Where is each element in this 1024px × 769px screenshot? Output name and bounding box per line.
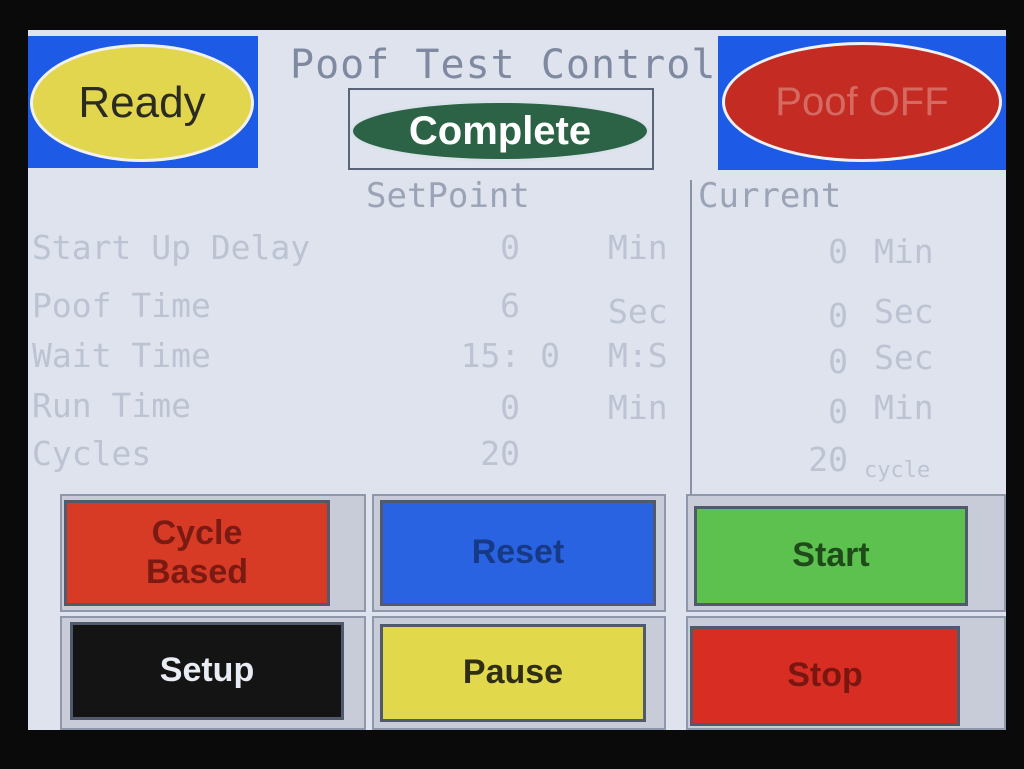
setpoint-value-start-up-delay: 0 xyxy=(500,228,520,267)
cycle-based-label-line1: Cycle xyxy=(151,513,243,552)
hmi-screen: Ready Poof Test Control Complete Poof OF… xyxy=(28,30,1006,730)
row-label-cycles: Cycles xyxy=(32,434,152,473)
setup-button[interactable]: Setup xyxy=(70,622,344,720)
setpoint-unit-wait-time: M:S xyxy=(608,336,668,375)
setpoint-value-wait-time: 15: 0 xyxy=(460,336,560,375)
row-label-wait-time: Wait Time xyxy=(32,336,211,375)
current-unit-run-time: Min xyxy=(874,388,934,427)
reset-button[interactable]: Reset xyxy=(380,500,656,606)
current-value-wait-time: 0 xyxy=(828,342,848,381)
row-label-poof-time: Poof Time xyxy=(32,286,211,325)
start-label: Start xyxy=(792,536,870,575)
setpoint-value-run-time: 0 xyxy=(500,388,520,427)
current-value-run-time: 0 xyxy=(828,392,848,431)
current-unit-wait-time: Sec xyxy=(874,338,934,377)
setpoint-unit-start-up-delay: Min xyxy=(608,228,668,267)
cycle-based-button[interactable]: Cycle Based xyxy=(64,500,330,606)
ready-label: Ready xyxy=(78,78,206,127)
complete-indicator: Complete xyxy=(350,100,650,162)
setpoint-header: SetPoint xyxy=(366,176,530,216)
stop-button[interactable]: Stop xyxy=(690,626,960,726)
current-value-start-up-delay: 0 xyxy=(828,232,848,271)
column-divider xyxy=(690,180,692,500)
poof-label: Poof OFF xyxy=(775,79,949,124)
complete-label: Complete xyxy=(408,108,592,153)
setup-label: Setup xyxy=(159,651,255,690)
pause-button[interactable]: Pause xyxy=(380,624,646,722)
row-label-start-up-delay: Start Up Delay xyxy=(32,228,311,267)
start-button[interactable]: Start xyxy=(694,506,968,606)
setpoint-value-cycles: 20 xyxy=(480,434,520,473)
setpoint-unit-run-time: Min xyxy=(608,388,668,427)
current-value-cycles: 20 xyxy=(808,440,848,479)
cycle-based-label-line2: Based xyxy=(145,553,249,591)
current-unit-cycles: cycle xyxy=(864,458,931,483)
setpoint-value-poof-time: 6 xyxy=(500,286,520,325)
current-header: Current xyxy=(698,176,842,216)
page-title: Poof Test Control xyxy=(290,42,717,88)
ready-indicator: Ready xyxy=(30,44,254,162)
stop-label: Stop xyxy=(787,656,863,695)
setpoint-unit-poof-time: Sec xyxy=(608,292,668,331)
current-unit-start-up-delay: Min xyxy=(874,232,934,271)
poof-indicator: Poof OFF xyxy=(722,42,1002,162)
row-label-run-time: Run Time xyxy=(32,386,191,425)
pause-label: Pause xyxy=(462,653,564,692)
current-value-poof-time: 0 xyxy=(828,296,848,335)
current-unit-poof-time: Sec xyxy=(874,292,934,331)
reset-label: Reset xyxy=(471,533,565,572)
